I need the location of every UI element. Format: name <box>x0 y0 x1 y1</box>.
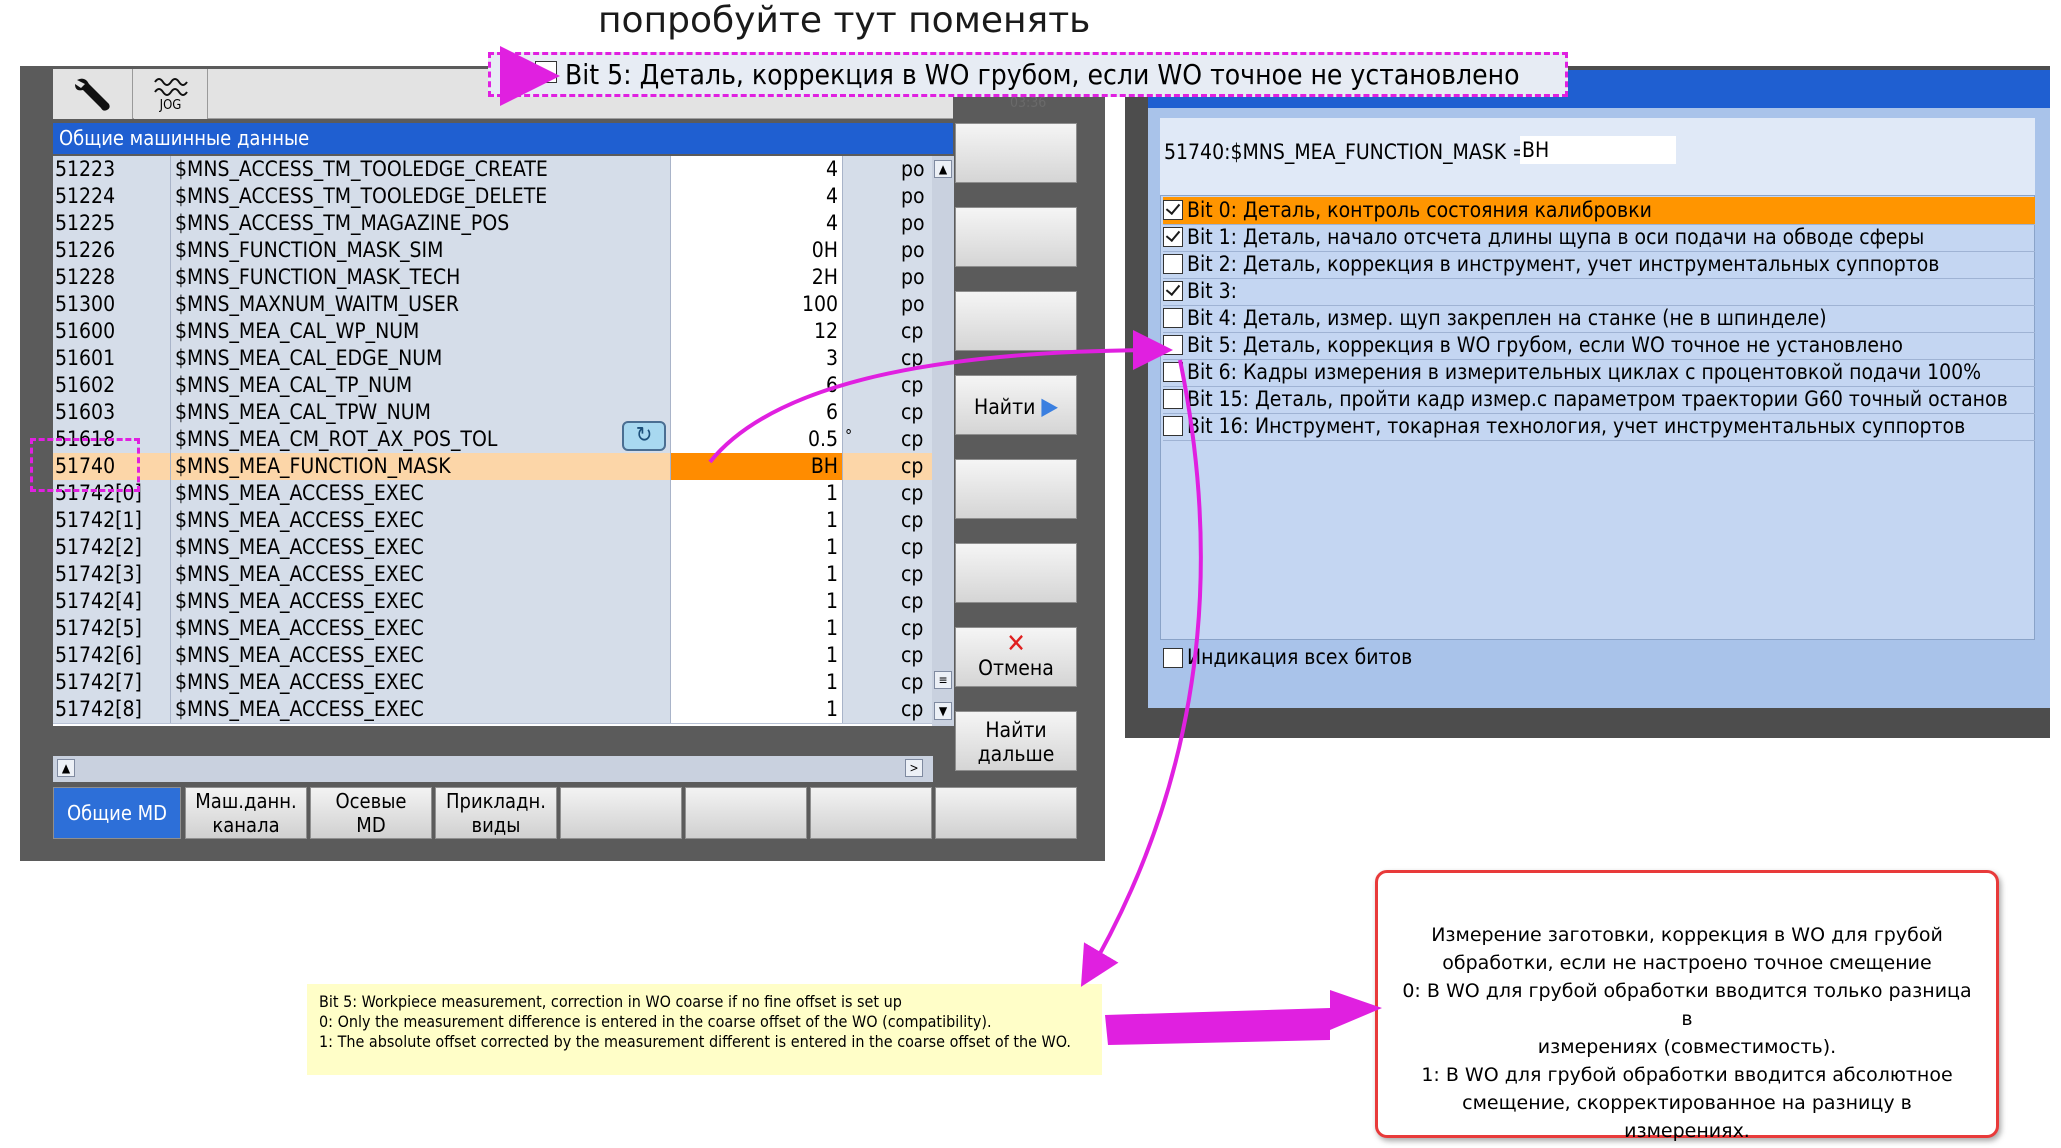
arrow-to-russian-note <box>1105 990 1382 1045</box>
annotation-arrows <box>500 46 1382 1045</box>
arrow-row-to-bit <box>708 330 1173 464</box>
arrow-bit-to-note <box>1080 359 1203 987</box>
